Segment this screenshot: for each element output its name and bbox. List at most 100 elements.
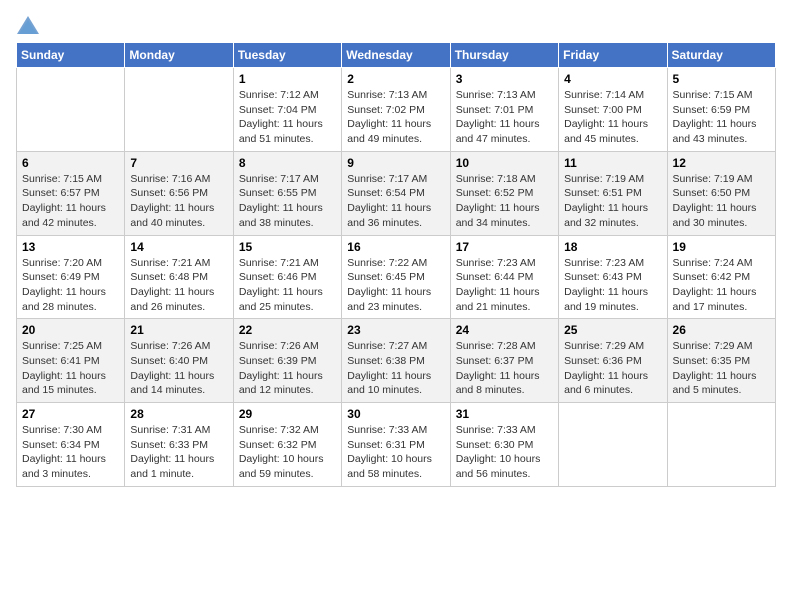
calendar-cell <box>559 403 667 487</box>
calendar-header-monday: Monday <box>125 43 233 68</box>
day-number: 9 <box>347 156 444 170</box>
day-number: 29 <box>239 407 336 421</box>
day-info: Sunrise: 7:32 AM Sunset: 6:32 PM Dayligh… <box>239 423 336 482</box>
calendar-week-row: 20 Sunrise: 7:25 AM Sunset: 6:41 PM Dayli… <box>17 319 776 403</box>
logo-bird-icon <box>17 16 39 34</box>
day-info: Sunrise: 7:17 AM Sunset: 6:54 PM Dayligh… <box>347 172 444 231</box>
calendar-week-row: 6 Sunrise: 7:15 AM Sunset: 6:57 PM Daylig… <box>17 151 776 235</box>
calendar-cell: 29 Sunrise: 7:32 AM Sunset: 6:32 PM Dayli… <box>233 403 341 487</box>
day-info: Sunrise: 7:27 AM Sunset: 6:38 PM Dayligh… <box>347 339 444 398</box>
calendar-cell: 23 Sunrise: 7:27 AM Sunset: 6:38 PM Dayli… <box>342 319 450 403</box>
calendar-cell: 26 Sunrise: 7:29 AM Sunset: 6:35 PM Dayli… <box>667 319 775 403</box>
day-info: Sunrise: 7:29 AM Sunset: 6:36 PM Dayligh… <box>564 339 661 398</box>
calendar-cell: 22 Sunrise: 7:26 AM Sunset: 6:39 PM Dayli… <box>233 319 341 403</box>
calendar-cell: 18 Sunrise: 7:23 AM Sunset: 6:43 PM Dayli… <box>559 235 667 319</box>
day-number: 7 <box>130 156 227 170</box>
day-info: Sunrise: 7:25 AM Sunset: 6:41 PM Dayligh… <box>22 339 119 398</box>
calendar-week-row: 1 Sunrise: 7:12 AM Sunset: 7:04 PM Daylig… <box>17 68 776 152</box>
calendar-cell: 31 Sunrise: 7:33 AM Sunset: 6:30 PM Dayli… <box>450 403 558 487</box>
day-info: Sunrise: 7:20 AM Sunset: 6:49 PM Dayligh… <box>22 256 119 315</box>
day-number: 10 <box>456 156 553 170</box>
day-info: Sunrise: 7:33 AM Sunset: 6:30 PM Dayligh… <box>456 423 553 482</box>
page-header <box>16 16 776 30</box>
calendar-cell: 30Sunrise: 7:33 AM Sunset: 6:31 PM Dayli… <box>342 403 450 487</box>
calendar-cell: 8Sunrise: 7:17 AM Sunset: 6:55 PM Daylig… <box>233 151 341 235</box>
calendar-table: SundayMondayTuesdayWednesdayThursdayFrid… <box>16 42 776 487</box>
calendar-cell: 10 Sunrise: 7:18 AM Sunset: 6:52 PM Dayli… <box>450 151 558 235</box>
day-number: 12 <box>673 156 770 170</box>
day-info: Sunrise: 7:19 AM Sunset: 6:50 PM Dayligh… <box>673 172 770 231</box>
day-info: Sunrise: 7:21 AM Sunset: 6:48 PM Dayligh… <box>130 256 227 315</box>
day-number: 1 <box>239 72 336 86</box>
day-info: Sunrise: 7:12 AM Sunset: 7:04 PM Dayligh… <box>239 88 336 147</box>
calendar-cell: 2 Sunrise: 7:13 AM Sunset: 7:02 PM Daylig… <box>342 68 450 152</box>
calendar-header-sunday: Sunday <box>17 43 125 68</box>
calendar-cell <box>17 68 125 152</box>
day-info: Sunrise: 7:29 AM Sunset: 6:35 PM Dayligh… <box>673 339 770 398</box>
day-number: 2 <box>347 72 444 86</box>
day-info: Sunrise: 7:23 AM Sunset: 6:44 PM Dayligh… <box>456 256 553 315</box>
day-info: Sunrise: 7:16 AM Sunset: 6:56 PM Dayligh… <box>130 172 227 231</box>
day-number: 14 <box>130 240 227 254</box>
calendar-week-row: 13 Sunrise: 7:20 AM Sunset: 6:49 PM Dayli… <box>17 235 776 319</box>
day-number: 18 <box>564 240 661 254</box>
day-info: Sunrise: 7:21 AM Sunset: 6:46 PM Dayligh… <box>239 256 336 315</box>
calendar-header-wednesday: Wednesday <box>342 43 450 68</box>
calendar-cell: 5Sunrise: 7:15 AM Sunset: 6:59 PM Daylig… <box>667 68 775 152</box>
day-number: 23 <box>347 323 444 337</box>
day-number: 15 <box>239 240 336 254</box>
day-number: 19 <box>673 240 770 254</box>
day-number: 27 <box>22 407 119 421</box>
calendar-cell <box>125 68 233 152</box>
calendar-cell: 7 Sunrise: 7:16 AM Sunset: 6:56 PM Daylig… <box>125 151 233 235</box>
calendar-cell: 3 Sunrise: 7:13 AM Sunset: 7:01 PM Daylig… <box>450 68 558 152</box>
day-number: 31 <box>456 407 553 421</box>
calendar-header-saturday: Saturday <box>667 43 775 68</box>
day-info: Sunrise: 7:24 AM Sunset: 6:42 PM Dayligh… <box>673 256 770 315</box>
calendar-week-row: 27 Sunrise: 7:30 AM Sunset: 6:34 PM Dayli… <box>17 403 776 487</box>
calendar-header-tuesday: Tuesday <box>233 43 341 68</box>
calendar-cell: 1 Sunrise: 7:12 AM Sunset: 7:04 PM Daylig… <box>233 68 341 152</box>
calendar-cell: 27 Sunrise: 7:30 AM Sunset: 6:34 PM Dayli… <box>17 403 125 487</box>
calendar-cell: 16 Sunrise: 7:22 AM Sunset: 6:45 PM Dayli… <box>342 235 450 319</box>
day-number: 6 <box>22 156 119 170</box>
day-info: Sunrise: 7:26 AM Sunset: 6:39 PM Dayligh… <box>239 339 336 398</box>
day-number: 25 <box>564 323 661 337</box>
calendar-cell: 28 Sunrise: 7:31 AM Sunset: 6:33 PM Dayli… <box>125 403 233 487</box>
calendar-cell: 17 Sunrise: 7:23 AM Sunset: 6:44 PM Dayli… <box>450 235 558 319</box>
day-number: 13 <box>22 240 119 254</box>
day-info: Sunrise: 7:31 AM Sunset: 6:33 PM Dayligh… <box>130 423 227 482</box>
day-number: 16 <box>347 240 444 254</box>
day-info: Sunrise: 7:22 AM Sunset: 6:45 PM Dayligh… <box>347 256 444 315</box>
calendar-cell: 11 Sunrise: 7:19 AM Sunset: 6:51 PM Dayli… <box>559 151 667 235</box>
day-info: Sunrise: 7:18 AM Sunset: 6:52 PM Dayligh… <box>456 172 553 231</box>
logo <box>16 16 40 30</box>
calendar-cell: 21Sunrise: 7:26 AM Sunset: 6:40 PM Dayli… <box>125 319 233 403</box>
calendar-cell: 13 Sunrise: 7:20 AM Sunset: 6:49 PM Dayli… <box>17 235 125 319</box>
calendar-header-friday: Friday <box>559 43 667 68</box>
day-info: Sunrise: 7:23 AM Sunset: 6:43 PM Dayligh… <box>564 256 661 315</box>
day-info: Sunrise: 7:13 AM Sunset: 7:02 PM Dayligh… <box>347 88 444 147</box>
calendar-cell: 20 Sunrise: 7:25 AM Sunset: 6:41 PM Dayli… <box>17 319 125 403</box>
day-number: 5 <box>673 72 770 86</box>
day-info: Sunrise: 7:15 AM Sunset: 6:57 PM Dayligh… <box>22 172 119 231</box>
day-number: 24 <box>456 323 553 337</box>
calendar-cell: 4Sunrise: 7:14 AM Sunset: 7:00 PM Daylig… <box>559 68 667 152</box>
calendar-cell: 12 Sunrise: 7:19 AM Sunset: 6:50 PM Dayli… <box>667 151 775 235</box>
day-info: Sunrise: 7:17 AM Sunset: 6:55 PM Dayligh… <box>239 172 336 231</box>
calendar-cell: 25 Sunrise: 7:29 AM Sunset: 6:36 PM Dayli… <box>559 319 667 403</box>
day-number: 20 <box>22 323 119 337</box>
day-info: Sunrise: 7:13 AM Sunset: 7:01 PM Dayligh… <box>456 88 553 147</box>
day-number: 11 <box>564 156 661 170</box>
day-number: 3 <box>456 72 553 86</box>
calendar-cell: 15 Sunrise: 7:21 AM Sunset: 6:46 PM Dayli… <box>233 235 341 319</box>
day-number: 28 <box>130 407 227 421</box>
day-info: Sunrise: 7:33 AM Sunset: 6:31 PM Dayligh… <box>347 423 444 482</box>
day-info: Sunrise: 7:30 AM Sunset: 6:34 PM Dayligh… <box>22 423 119 482</box>
day-number: 17 <box>456 240 553 254</box>
calendar-cell: 24Sunrise: 7:28 AM Sunset: 6:37 PM Dayli… <box>450 319 558 403</box>
day-info: Sunrise: 7:19 AM Sunset: 6:51 PM Dayligh… <box>564 172 661 231</box>
day-number: 22 <box>239 323 336 337</box>
day-number: 26 <box>673 323 770 337</box>
calendar-header-row: SundayMondayTuesdayWednesdayThursdayFrid… <box>17 43 776 68</box>
